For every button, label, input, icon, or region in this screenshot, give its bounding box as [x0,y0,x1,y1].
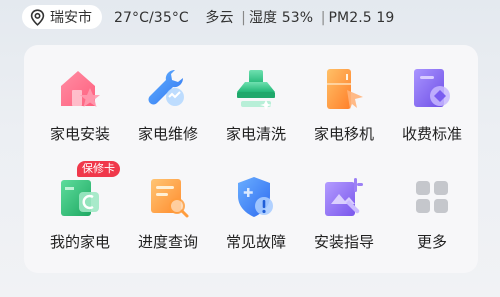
service-clean[interactable]: 家电清洗 [213,45,299,145]
install-guide-icon [321,174,367,220]
range-hood-clean-icon [233,66,279,112]
house-install-icon [57,66,103,112]
service-move[interactable]: 家电移机 [301,45,387,145]
service-label: 家电安装 [49,125,110,143]
service-label: 家电维修 [137,125,198,143]
service-card: 家电安装 家电维修 家电清洗 家电移机 收费标准 保修卡 我的家电 进度查询 常… [24,45,478,273]
temperature-range: 27°C/35°C [114,10,189,26]
service-faq[interactable]: 常见故障 [213,153,299,253]
location-pin-icon [30,8,45,26]
fee-standard-icon [409,66,455,112]
service-guide[interactable]: 安装指导 [301,153,387,253]
service-label: 常见故障 [225,233,286,251]
service-more[interactable]: 更多 [389,153,475,253]
service-fee[interactable]: 收费标准 [389,45,475,145]
wrench-repair-icon [145,66,191,112]
pm25-value: PM2.5 19 [328,10,395,26]
service-label: 家电移机 [313,125,374,143]
city-name: 瑞安市 [50,10,92,26]
service-label: 收费标准 [401,125,462,143]
service-grid: 家电安装 家电维修 家电清洗 家电移机 收费标准 保修卡 我的家电 进度查询 常… [24,45,478,273]
weather-info: 27°C/35°C 多云 | 湿度 53% | PM2.5 19 [114,7,394,27]
location-selector[interactable]: 瑞安市 [22,5,102,29]
service-install[interactable]: 家电安装 [37,45,123,145]
service-label: 安装指导 [313,233,374,251]
weather-separator: | [320,10,326,26]
warranty-card-badge: 保修卡 [77,161,120,177]
service-progress[interactable]: 进度查询 [125,153,211,253]
progress-query-icon [145,174,191,220]
my-appliance-icon: 保修卡 [57,161,120,220]
service-my-appliance[interactable]: 保修卡 我的家电 [37,153,123,253]
service-label: 进度查询 [137,233,198,251]
weather-condition: 多云 [205,10,234,26]
top-status-bar: 瑞安市 27°C/35°C 多云 | 湿度 53% | PM2.5 19 [0,0,500,34]
weather-separator: | [241,10,246,26]
appliance-move-icon [321,66,367,112]
faq-fault-icon [233,174,279,220]
service-label: 我的家电 [49,233,110,251]
service-label: 家电清洗 [225,125,286,143]
service-repair[interactable]: 家电维修 [125,45,211,145]
service-label: 更多 [416,233,447,251]
humidity-value: 湿度 53% [248,10,314,26]
more-grid-icon [409,174,455,220]
